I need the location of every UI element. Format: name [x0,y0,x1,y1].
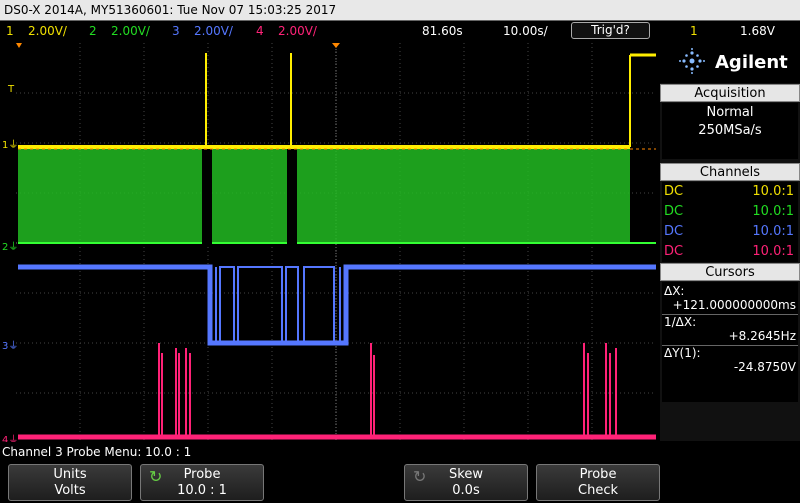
channel-row: DC 10.0:1 [662,242,798,262]
delta-x-value: +121.000000000ms [672,298,796,312]
units-softkey[interactable]: Units Volts [8,464,132,501]
cursors-header: Cursors [660,263,800,281]
ch1-number[interactable]: 1 [6,24,14,38]
probe-softkey-value: 10.0 : 1 [177,483,227,498]
trigger-position-marker [332,43,340,48]
probe-check-sublabel: Check [578,483,618,498]
ch4-scale[interactable]: 2.00V/ [278,24,317,38]
acquisition-panel: Normal 250MSa/s [662,103,798,159]
ch3-number[interactable]: 3 [172,24,180,38]
probe-check-softkey[interactable]: Probe Check [536,464,660,501]
inverse-delta-x-value: +8.2645Hz [728,329,796,343]
agilent-spark-icon [679,48,705,74]
ch3-ground-marker[interactable]: 3⏚ [2,337,18,352]
skew-softkey-value: 0.0s [452,483,480,498]
trigger-status: Trig'd? [571,22,650,39]
side-panel: Agilent Acquisition Normal 250MSa/s Chan… [660,41,800,441]
delta-y-label: ΔY(1): [662,345,798,360]
ch2-gap [202,149,212,244]
menu-title: Channel 3 Probe Menu: 10.0 : 1 [2,445,192,459]
inverse-delta-x-label: 1/ΔX: [662,314,798,329]
window-title: DS0-X 2014A, MY51360601: Tue Nov 07 15:0… [4,3,337,17]
waveform-display [16,43,656,442]
ch4-number[interactable]: 4 [256,24,264,38]
ch1-ground-marker[interactable]: 1⏚ [2,136,18,151]
ch2-ground-marker[interactable]: 2⏚ [2,238,18,253]
trigger-level-marker[interactable]: T [8,84,14,95]
ch3-coupling: DC [664,224,684,239]
timebase-value[interactable]: 10.00s/ [503,24,548,38]
acquisition-header: Acquisition [660,84,800,102]
ch2-scale[interactable]: 2.00V/ [111,24,150,38]
ch1-scale[interactable]: 2.00V/ [28,24,67,38]
probe-ratio-softkey[interactable]: ↻ Probe 10.0 : 1 [140,464,264,501]
ch2-probe-ratio: 10.0:1 [752,204,794,219]
delta-y-value: -24.8750V [733,360,796,374]
delay-value[interactable]: 81.60s [422,24,463,38]
skew-softkey-label: Skew [449,467,483,482]
cursors-panel: ΔX: +121.000000000ms 1/ΔX: +8.2645Hz ΔY(… [662,282,798,402]
ch4-probe-ratio: 10.0:1 [752,244,794,259]
ch2-gap [287,149,297,244]
brand-name: Agilent [715,52,788,73]
ch3-scale[interactable]: 2.00V/ [194,24,233,38]
ch2-waveform-band [18,149,630,244]
ch3-glitches [215,266,341,344]
ch1-probe-ratio: 10.0:1 [752,184,794,199]
channel-row: DC 10.0:1 [662,222,798,242]
ch3-probe-ratio: 10.0:1 [752,224,794,239]
skew-softkey[interactable]: ↻ Skew 0.0s [404,464,528,501]
units-softkey-label: Units [53,467,87,482]
channel-scale-bar: 1 2.00V/ 2 2.00V/ 3 2.00V/ 4 2.00V/ 81.6… [0,21,800,41]
channel-row: DC 10.0:1 [662,202,798,222]
sample-rate: 250MSa/s [698,123,762,138]
trigger-level[interactable]: 1.68V [740,24,775,38]
left-edge-marker [16,43,22,48]
ch4-pulses [158,343,617,437]
channels-header: Channels [660,163,800,181]
channel-row: DC 10.0:1 [662,182,798,202]
channels-panel: DC 10.0:1 DC 10.0:1 DC 10.0:1 DC 10.0:1 [662,182,798,262]
acquisition-mode: Normal [706,105,754,120]
softkey-bar: Channel 3 Probe Menu: 10.0 : 1 Units Vol… [0,442,800,503]
ch3-waveform [18,264,656,346]
title-bar: DS0-X 2014A, MY51360601: Tue Nov 07 15:0… [0,0,800,21]
probe-softkey-label: Probe [183,467,221,482]
ch1-coupling: DC [664,184,684,199]
ch4-coupling: DC [664,244,684,259]
ch2-number[interactable]: 2 [89,24,97,38]
ch2-coupling: DC [664,204,684,219]
brand-logo: Agilent [660,41,800,83]
probe-check-label: Probe [579,467,617,482]
delta-x-label: ΔX: [664,284,685,298]
units-softkey-value: Volts [54,483,86,498]
trigger-source[interactable]: 1 [690,24,698,38]
